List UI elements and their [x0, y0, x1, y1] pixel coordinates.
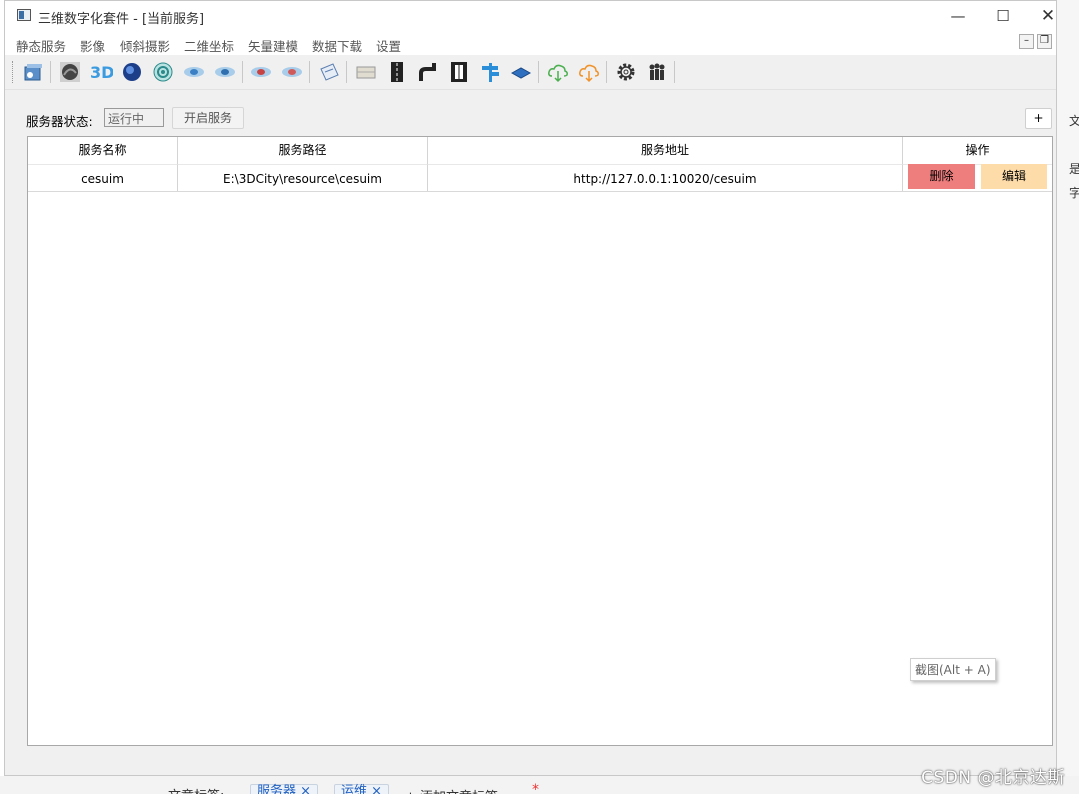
background-text: 是: [1069, 162, 1079, 176]
tag-server[interactable]: 服务器 ×: [250, 784, 319, 794]
signpost-icon[interactable]: [478, 60, 502, 84]
column-header-path[interactable]: 服务路径: [178, 137, 428, 164]
screenshot-tooltip: 截图(Alt + A): [910, 658, 996, 681]
delete-button[interactable]: 删除: [908, 164, 975, 189]
menu-bar: 静态服务 影像 倾斜摄影 二维坐标 矢量建模 数据下载 设置 – ❐: [5, 31, 1056, 55]
toolbar: 3D: [5, 55, 1056, 90]
cloud-download-green-icon[interactable]: [546, 60, 570, 84]
globe-icon[interactable]: [120, 60, 144, 84]
3d-text-icon[interactable]: 3D: [89, 60, 113, 84]
gear-icon[interactable]: [614, 60, 638, 84]
background-page-right: 文 是 字: [1057, 0, 1079, 794]
close-button[interactable]: ✕: [1025, 5, 1071, 27]
background-page-bottom: 文章标签: 服务器 × 运维 × + 添加文章标签 *: [0, 776, 1079, 794]
tag-ops[interactable]: 运维 ×: [334, 784, 390, 794]
maximize-button[interactable]: ☐: [980, 5, 1026, 27]
column-header-address[interactable]: 服务地址: [428, 137, 903, 164]
required-star: *: [532, 782, 539, 794]
mdi-restore-button[interactable]: ❐: [1037, 34, 1052, 49]
toolbar-grip[interactable]: [12, 61, 16, 83]
service-path-cell[interactable]: E:\3DCity\resource\cesuim: [178, 164, 428, 192]
people-icon[interactable]: [645, 60, 669, 84]
server-status-label: 服务器状态:: [26, 114, 93, 129]
menu-vector-modeling[interactable]: 矢量建模: [248, 36, 298, 55]
document-icon[interactable]: [317, 60, 341, 84]
road-icon[interactable]: [385, 60, 409, 84]
app-window: 三维数字化套件 - [当前服务] — ☐ ✕ 静态服务 影像 倾斜摄影 二维坐标…: [4, 0, 1057, 776]
background-text: 文: [1069, 114, 1079, 128]
menu-static-service[interactable]: 静态服务: [16, 36, 66, 55]
cloud-download-orange-icon[interactable]: [577, 60, 601, 84]
menu-imagery[interactable]: 影像: [80, 36, 105, 55]
mdi-minimize-button[interactable]: –: [1019, 34, 1034, 49]
minimize-button[interactable]: —: [935, 5, 981, 27]
menu-2d-coordinates[interactable]: 二维坐标: [184, 36, 234, 55]
curve-road-icon[interactable]: [416, 60, 440, 84]
app-icon: [17, 9, 31, 21]
add-tag-link[interactable]: + 添加文章标签: [405, 786, 498, 794]
menu-data-download[interactable]: 数据下载: [312, 36, 362, 55]
edit-button[interactable]: 编辑: [981, 164, 1047, 189]
layer-eye-red-icon[interactable]: [249, 60, 273, 84]
service-name-cell[interactable]: cesuim: [28, 164, 178, 192]
services-table: 服务名称 服务路径 服务地址 操作 cesuim E:\3DCity\resou…: [27, 136, 1053, 746]
layer-eye-red2-icon[interactable]: [280, 60, 304, 84]
title-bar: 三维数字化套件 - [当前服务] — ☐ ✕: [5, 1, 1056, 31]
terrain-icon[interactable]: [58, 60, 82, 84]
window-title: 三维数字化套件 - [当前服务]: [38, 12, 205, 27]
row-divider: [28, 191, 1052, 192]
start-service-button[interactable]: 开启服务: [172, 107, 244, 129]
map-cube-icon[interactable]: [21, 60, 45, 84]
tile-icon[interactable]: [509, 60, 533, 84]
layer-eye-blue-icon[interactable]: [213, 60, 237, 84]
add-service-button[interactable]: +: [1025, 108, 1052, 129]
watermark: CSDN @北京达斯: [921, 768, 1065, 788]
menu-oblique-photography[interactable]: 倾斜摄影: [120, 36, 170, 55]
target-globe-icon[interactable]: [151, 60, 175, 84]
server-status-field: 运行中: [104, 108, 164, 127]
svg-text:3D: 3D: [90, 63, 113, 82]
column-header-name[interactable]: 服务名称: [28, 137, 178, 164]
column-header-actions[interactable]: 操作: [903, 137, 1052, 164]
service-address-cell[interactable]: http://127.0.0.1:10020/cesuim: [428, 164, 903, 192]
film-road-icon[interactable]: [447, 60, 471, 84]
menu-settings[interactable]: 设置: [376, 36, 401, 55]
wall-icon[interactable]: [354, 60, 378, 84]
background-text: 字: [1069, 186, 1079, 200]
layer-eye-icon[interactable]: [182, 60, 206, 84]
article-tags-label: 文章标签:: [168, 785, 224, 794]
